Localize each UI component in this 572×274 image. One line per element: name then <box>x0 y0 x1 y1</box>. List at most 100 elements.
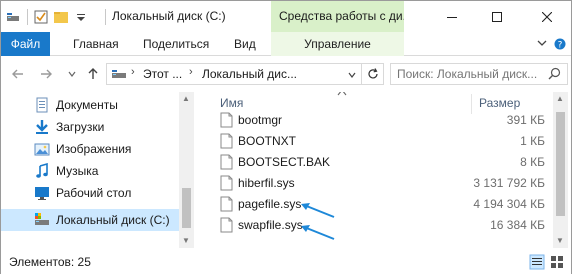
nav-item-label: Локальный диск (C:) <box>56 213 170 227</box>
navigation-bar: › Этот ... › Локальный дис... <box>1 57 571 91</box>
drive-icon <box>5 9 21 25</box>
search-box[interactable] <box>390 63 568 85</box>
address-drive-icon <box>111 67 127 84</box>
search-icon[interactable] <box>548 67 561 83</box>
expand-ribbon-icon[interactable] <box>536 37 548 52</box>
large-icons-view-icon[interactable] <box>549 254 565 270</box>
nav-scrollbar[interactable]: ▲ ▼ <box>179 92 194 248</box>
address-history-icon[interactable] <box>347 69 357 83</box>
recent-locations-button[interactable] <box>64 66 80 82</box>
title-separator <box>105 9 106 25</box>
file-name: hiberfil.sys <box>238 176 295 190</box>
file-icon <box>220 154 233 170</box>
nav-item-music[interactable]: Музыка <box>1 160 179 182</box>
nav-item-label: Изображения <box>56 142 132 156</box>
nav-item-pictures[interactable]: Изображения <box>1 138 179 160</box>
up-arrow-icon <box>88 68 98 79</box>
scroll-down-icon[interactable]: ▼ <box>182 236 190 245</box>
status-bar: Элементов: 25 <box>1 250 571 274</box>
tab-manage[interactable]: Управление <box>271 32 404 56</box>
new-folder-icon[interactable] <box>53 9 69 25</box>
help-icon[interactable]: ? <box>554 37 566 54</box>
tab-share[interactable]: Поделиться <box>143 32 209 56</box>
file-row[interactable]: BOOTNXT 1 КБ <box>198 131 553 152</box>
scroll-down-icon[interactable]: ▼ <box>556 236 564 245</box>
file-list-scrollbar[interactable]: ▲ ▼ <box>553 92 568 248</box>
file-row[interactable]: swapfile.sys 16 384 КБ <box>198 215 553 236</box>
forward-arrow-icon <box>41 69 52 79</box>
minimize-icon <box>446 16 457 18</box>
pictures-icon <box>34 141 50 157</box>
file-icon <box>220 196 233 212</box>
nav-item-local-disk[interactable]: Локальный диск (C:) <box>1 209 179 231</box>
file-row[interactable]: hiberfil.sys 3 131 792 КБ <box>198 173 553 194</box>
nav-item-documents[interactable]: Документы <box>1 94 179 116</box>
title-bar: Локальный диск (C:) Средства работы с ди… <box>1 1 571 32</box>
window-title: Локальный диск (C:) <box>112 9 226 23</box>
tab-view[interactable]: Вид <box>234 32 256 56</box>
scroll-up-icon[interactable]: ▲ <box>182 94 190 103</box>
details-view-icon[interactable] <box>529 254 545 270</box>
file-name: swapfile.sys <box>238 218 303 232</box>
music-icon <box>34 162 50 179</box>
file-icon <box>220 112 233 128</box>
chevron-down-icon <box>68 71 76 77</box>
file-row[interactable]: BOOTSECT.BAK 8 КБ <box>198 152 553 173</box>
close-button[interactable] <box>524 1 569 32</box>
desktop-icon <box>34 185 50 201</box>
nav-item-label: Музыка <box>56 164 99 178</box>
file-row[interactable]: bootmgr 391 КБ <box>198 110 553 131</box>
navigation-pane: Документы Загрузки Изображения Музыка Ра… <box>1 92 194 248</box>
ribbon-tabs: Файл Главная Поделиться Вид Управление ? <box>1 32 571 56</box>
file-icon <box>220 217 233 233</box>
file-size: 1 КБ <box>520 134 545 148</box>
file-row[interactable]: pagefile.sys 4 194 304 КБ <box>198 194 553 215</box>
nav-item-label: Загрузки <box>56 120 105 134</box>
annotation-arrow-icon <box>301 203 335 218</box>
up-button[interactable] <box>85 66 101 82</box>
file-size: 16 384 КБ <box>490 218 545 232</box>
breadcrumb-local-disk[interactable]: Локальный дис... <box>202 67 297 81</box>
customize-toolbar-icon[interactable] <box>73 9 89 25</box>
file-size: 8 КБ <box>520 155 545 169</box>
close-icon <box>541 11 552 22</box>
back-button[interactable] <box>10 66 26 82</box>
file-icon <box>220 175 233 191</box>
nav-item-label: Документы <box>56 98 118 112</box>
toolbar-separator <box>27 9 28 25</box>
file-name: BOOTNXT <box>238 134 297 148</box>
file-list-scroll-thumb[interactable] <box>556 112 565 216</box>
address-bar[interactable]: › Этот ... › Локальный дис... <box>106 63 362 85</box>
downloads-icon <box>34 119 50 135</box>
nav-item-desktop[interactable]: Рабочий стол <box>1 182 179 204</box>
tab-home[interactable]: Главная <box>73 32 119 56</box>
documents-icon <box>34 97 50 113</box>
file-size: 391 КБ <box>506 113 545 127</box>
breadcrumb-separator-icon[interactable]: › <box>131 66 135 78</box>
file-name: pagefile.sys <box>238 197 302 211</box>
refresh-icon <box>367 68 378 79</box>
tab-file[interactable]: Файл <box>1 32 50 56</box>
breadcrumb-this-pc[interactable]: Этот ... <box>143 67 182 81</box>
local-disk-icon <box>34 212 50 228</box>
file-list: Имя Размер bootmgr 391 КБ BOOTNXT 1 КБ BOOTS… <box>198 92 571 248</box>
scroll-up-icon[interactable]: ▲ <box>556 94 564 103</box>
search-input[interactable] <box>391 64 541 84</box>
file-icon <box>220 133 233 149</box>
column-header-size[interactable]: Размер <box>479 96 520 110</box>
item-count: Элементов: 25 <box>9 255 91 269</box>
nav-scroll-thumb[interactable] <box>182 188 191 228</box>
back-arrow-icon <box>12 69 23 79</box>
column-header-name[interactable]: Имя <box>220 96 243 110</box>
sort-ascending-icon <box>337 92 347 99</box>
properties-icon[interactable] <box>33 9 49 25</box>
svg-text:?: ? <box>558 41 563 51</box>
breadcrumb-separator-icon[interactable]: › <box>189 66 193 78</box>
maximize-icon <box>491 11 502 22</box>
forward-button[interactable] <box>38 66 54 82</box>
nav-item-downloads[interactable]: Загрузки <box>1 116 179 138</box>
maximize-button[interactable] <box>474 1 519 32</box>
refresh-button[interactable] <box>362 63 384 85</box>
annotation-arrow-icon <box>301 225 335 240</box>
minimize-button[interactable] <box>429 1 474 32</box>
